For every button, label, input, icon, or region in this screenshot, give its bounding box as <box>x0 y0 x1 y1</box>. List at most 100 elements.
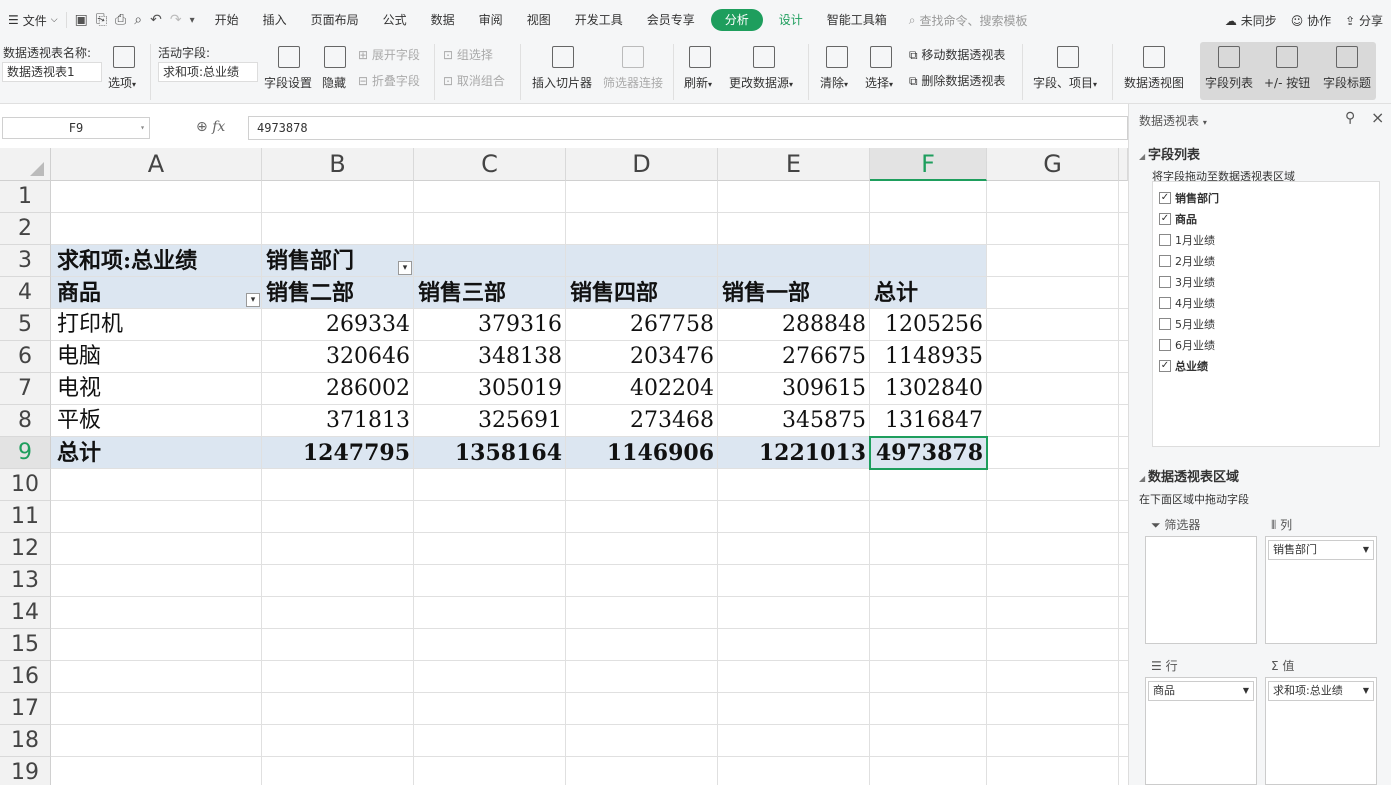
row-area-item[interactable]: 商品 ▼ <box>1148 681 1254 701</box>
close-icon[interactable]: × <box>1371 108 1384 127</box>
row-header[interactable]: 9 <box>0 437 51 469</box>
checkbox-checked-icon[interactable]: ✓ <box>1159 360 1171 372</box>
redo-icon[interactable]: ↷ <box>170 12 182 28</box>
tab-member[interactable]: 会员专享 <box>635 0 707 40</box>
pivot-value-cell[interactable]: 371813 <box>262 405 414 437</box>
more-icon[interactable]: ▾ <box>190 15 195 26</box>
pivot-value-cell[interactable]: 1302840 <box>870 373 987 405</box>
command-search[interactable]: ⌕ 查找命令、搜索模板 <box>899 12 1038 29</box>
pivot-row-label[interactable]: 打印机 <box>53 309 262 341</box>
plus-minus-button[interactable]: +/- 按钮 <box>1264 74 1310 91</box>
row-header[interactable]: 16 <box>0 661 51 693</box>
export-icon[interactable]: ⎘ <box>96 12 107 28</box>
undo-icon[interactable]: ↶ <box>150 12 162 28</box>
field-item[interactable]: ✓ 商品 <box>1159 209 1197 229</box>
field-item[interactable]: 2月业绩 <box>1159 251 1215 271</box>
pivot-total-cell[interactable]: 1358164 <box>414 437 566 469</box>
field-settings-button[interactable]: 字段设置 <box>264 74 312 91</box>
row-header[interactable]: 10 <box>0 469 51 501</box>
pivot-row-label[interactable]: 平板 <box>53 405 262 437</box>
pivot-value-cell[interactable]: 325691 <box>414 405 566 437</box>
column-header-g[interactable]: G <box>987 148 1119 181</box>
filter-connection-button[interactable]: 筛选器连接 <box>603 74 663 91</box>
pivot-value-cell[interactable]: 288848 <box>718 309 870 341</box>
field-item[interactable]: 3月业绩 <box>1159 272 1215 292</box>
column-header-d[interactable]: D <box>566 148 718 181</box>
value-area-item[interactable]: 求和项:总业绩 ▼ <box>1268 681 1374 701</box>
checkbox-icon[interactable] <box>1159 234 1171 246</box>
column-area-item[interactable]: 销售部门 ▼ <box>1268 540 1374 560</box>
column-header-f[interactable]: F <box>870 148 987 181</box>
collab-button[interactable]: ☺ 协作 <box>1291 12 1331 29</box>
pivot-col-header[interactable]: 销售二部 <box>262 277 414 309</box>
pivot-col-header[interactable]: 销售三部 <box>414 277 566 309</box>
column-header-h[interactable] <box>1119 148 1128 181</box>
delete-pt-button[interactable]: ⧉ 删除数据透视表 <box>909 72 1005 89</box>
pivot-value-cell[interactable]: 203476 <box>566 341 718 373</box>
pivot-value-cell[interactable]: 286002 <box>262 373 414 405</box>
row-header[interactable]: 6 <box>0 341 51 373</box>
pivot-value-cell[interactable]: 1316847 <box>870 405 987 437</box>
active-field-input[interactable]: 求和项:总业绩 <box>158 62 258 82</box>
options-button[interactable]: 选项▾ <box>108 74 136 91</box>
select-all-corner[interactable] <box>0 148 51 181</box>
refresh-button[interactable]: 刷新▾ <box>684 74 712 91</box>
pivot-col-header[interactable]: 总计 <box>870 277 987 309</box>
clear-button[interactable]: 清除▾ <box>820 74 848 91</box>
row-header[interactable]: 14 <box>0 597 51 629</box>
formula-input[interactable]: 4973878 <box>248 116 1128 140</box>
pivot-col-header[interactable]: 销售一部 <box>718 277 870 309</box>
move-pt-button[interactable]: ⧉ 移动数据透视表 <box>909 46 1005 63</box>
tab-review[interactable]: 审阅 <box>467 0 515 40</box>
fields-items-button[interactable]: 字段、项目▾ <box>1033 74 1097 91</box>
row-header[interactable]: 13 <box>0 565 51 597</box>
row-header[interactable]: 17 <box>0 693 51 725</box>
checkbox-icon[interactable] <box>1159 297 1171 309</box>
tab-design[interactable]: 设计 <box>767 0 815 40</box>
checkbox-icon[interactable] <box>1159 276 1171 288</box>
checkbox-icon[interactable] <box>1159 339 1171 351</box>
fx-icon[interactable]: fx <box>212 119 225 135</box>
name-box[interactable]: F9 ▾ <box>2 117 150 139</box>
pivot-total-cell[interactable]: 1146906 <box>566 437 718 469</box>
field-item[interactable]: 4月业绩 <box>1159 293 1215 313</box>
pivot-col-field[interactable]: 销售部门 <box>262 245 412 277</box>
checkbox-icon[interactable] <box>1159 255 1171 267</box>
pivot-row-label[interactable]: 电脑 <box>53 341 262 373</box>
group-selection-button[interactable]: ⊡ 组选择 <box>443 46 493 63</box>
field-item[interactable]: 6月业绩 <box>1159 335 1215 355</box>
pt-name-input[interactable]: 数据透视表1 <box>2 62 102 82</box>
file-menu[interactable]: ☰ 文件 ⌵ <box>0 0 66 40</box>
tab-data[interactable]: 数据 <box>419 0 467 40</box>
row-header[interactable]: 3 <box>0 245 51 277</box>
tab-home[interactable]: 开始 <box>203 0 251 40</box>
tab-page-layout[interactable]: 页面布局 <box>299 0 371 40</box>
field-headers-button[interactable]: 字段标题 <box>1323 74 1371 91</box>
field-item[interactable]: ✓ 销售部门 <box>1159 188 1219 208</box>
tab-formula[interactable]: 公式 <box>371 0 419 40</box>
field-list-section[interactable]: ◢ 字段列表 <box>1139 144 1200 163</box>
field-item[interactable]: ✓ 总业绩 <box>1159 356 1208 376</box>
pin-icon[interactable]: ⚲ <box>1345 110 1355 126</box>
row-header[interactable]: 18 <box>0 725 51 757</box>
pivot-value-cell[interactable]: 305019 <box>414 373 566 405</box>
value-area[interactable]: 求和项:总业绩 ▼ <box>1265 677 1377 785</box>
checkbox-checked-icon[interactable]: ✓ <box>1159 213 1171 225</box>
pivot-row-label[interactable]: 电视 <box>53 373 262 405</box>
row-field-filter-button[interactable]: ▾ <box>246 293 260 307</box>
sync-button[interactable]: ☁ 未同步 <box>1225 12 1277 29</box>
field-list-button[interactable]: 字段列表 <box>1205 74 1253 91</box>
tab-view[interactable]: 视图 <box>515 0 563 40</box>
field-item[interactable]: 5月业绩 <box>1159 314 1215 334</box>
insert-slicer-button[interactable]: 插入切片器 <box>532 74 592 91</box>
pivot-value-cell[interactable]: 276675 <box>718 341 870 373</box>
row-header[interactable]: 12 <box>0 533 51 565</box>
pivot-total-cell[interactable]: 1221013 <box>718 437 870 469</box>
change-source-button[interactable]: 更改数据源▾ <box>729 74 793 91</box>
column-header-c[interactable]: C <box>414 148 566 181</box>
select-button[interactable]: 选择▾ <box>865 74 893 91</box>
pivot-chart-button[interactable]: 数据透视图 <box>1124 74 1184 91</box>
expand-field-button[interactable]: ⊞ 展开字段 <box>358 46 420 63</box>
pivot-value-cell[interactable]: 320646 <box>262 341 414 373</box>
column-header-a[interactable]: A <box>51 148 262 181</box>
